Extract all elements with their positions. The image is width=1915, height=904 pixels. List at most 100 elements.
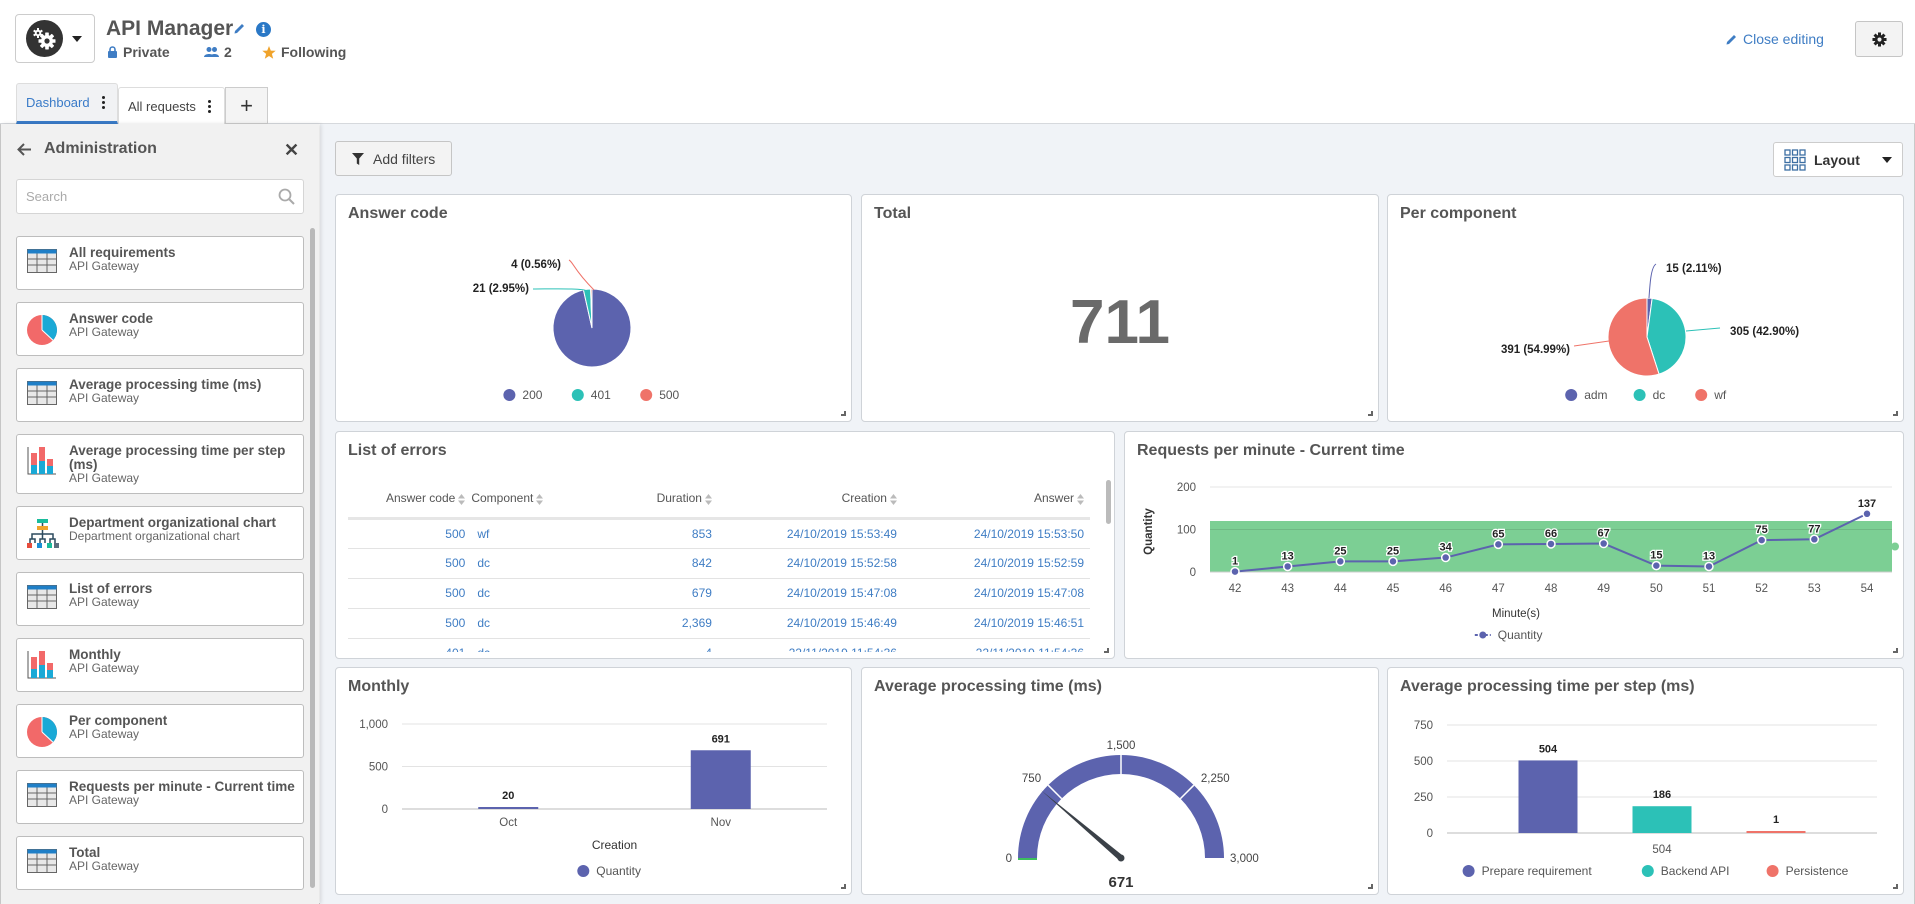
y-tick-label: 0 [1190, 567, 1196, 579]
table-cell[interactable]: dc [471, 548, 585, 579]
layout-button[interactable]: Layout [1773, 142, 1903, 177]
data-point [1282, 561, 1293, 572]
table-cell[interactable]: 24/10/2019 15:47:08 [902, 578, 1090, 609]
kebab-menu-icon[interactable] [207, 99, 211, 113]
column-header[interactable]: Duration [584, 480, 718, 520]
add-tab-button[interactable]: + [225, 87, 268, 124]
sort-icon[interactable] [458, 493, 466, 505]
table-cell[interactable]: 24/10/2019 15:46:51 [902, 608, 1090, 639]
widget-list-item[interactable]: Monthly API Gateway [16, 638, 304, 692]
widget-total[interactable]: Total 711 [861, 194, 1379, 422]
widget-list-item[interactable]: All requirements API Gateway [16, 236, 304, 290]
table-cell[interactable]: 24/10/2019 15:53:49 [717, 518, 903, 549]
resize-handle[interactable] [1893, 884, 1898, 889]
table-row[interactable]: 500 dc 842 24/10/2019 15:52:58 24/10/2019 15… [348, 548, 1090, 579]
close-editing-link[interactable]: Close editing [1725, 31, 1824, 47]
widget-list-item[interactable]: Average processing time (ms) API Gateway [16, 368, 304, 422]
widget-list-item[interactable]: Answer code API Gateway [16, 302, 304, 356]
table-row[interactable]: 500 dc 679 24/10/2019 15:47:08 24/10/2019 15… [348, 578, 1090, 609]
x-tick-label: 44 [1334, 583, 1347, 595]
pie-data-label: 15 (2.11%) [1666, 263, 1722, 275]
table-cell[interactable]: 4 [584, 638, 718, 652]
pie-chart-icon [27, 315, 58, 345]
following-toggle[interactable]: Following [262, 44, 346, 60]
table-cell[interactable]: 401 [348, 638, 472, 652]
resize-handle[interactable] [841, 884, 846, 889]
resize-handle[interactable] [1368, 411, 1373, 416]
widget-list-of-errors[interactable]: List of errors Answer code Component Durat… [335, 431, 1115, 659]
sort-icon[interactable] [536, 493, 544, 505]
table-scrollbar[interactable] [1106, 480, 1111, 524]
table-cell[interactable]: 24/10/2019 15:46:49 [717, 608, 903, 639]
data-point [1651, 560, 1662, 571]
kebab-menu-icon[interactable] [101, 96, 105, 109]
widget-avg-processing-time[interactable]: Average processing time (ms) 0 750 1,500 2,… [861, 667, 1379, 895]
widget-answer-code[interactable]: Answer code 21 (2.95%) 4 (0.56%) 200 401 500 [335, 194, 852, 422]
tab-dashboard[interactable]: Dashboard [16, 83, 118, 124]
table-cell[interactable]: 22/11/2019 11:54:36 [717, 638, 903, 652]
data-label: 13 [1282, 550, 1294, 562]
table-cell[interactable]: dc [471, 608, 585, 639]
app-menu-button[interactable] [15, 14, 95, 63]
data-label: 137 [1858, 498, 1876, 510]
widget-per-component[interactable]: Per component 15 (2.11%) 305 (42.90%) 391 … [1387, 194, 1904, 422]
table-cell[interactable]: 500 [348, 518, 472, 549]
widget-list-item[interactable]: Department organizational chart Departmen… [16, 506, 304, 560]
widget-list-item[interactable]: Requests per minute - Current time API Ga… [16, 770, 304, 824]
sort-icon[interactable] [1077, 493, 1084, 505]
resize-handle[interactable] [1104, 648, 1109, 653]
widget-list-item[interactable]: Total API Gateway [16, 836, 304, 890]
table-icon [27, 585, 57, 615]
widget-avg-per-step[interactable]: Average processing time per step (ms) 02… [1387, 667, 1904, 895]
widget-list-item[interactable]: Average processing time per step (ms) API… [16, 434, 304, 494]
widget-list-item-name: List of errors [69, 581, 153, 596]
resize-handle[interactable] [841, 411, 846, 416]
resize-handle[interactable] [1893, 648, 1898, 653]
pie-label-connector [1573, 340, 1610, 347]
sort-icon[interactable] [704, 493, 712, 505]
widget-monthly[interactable]: Monthly 0 500 1,000 20 Oct 691 Nov Creation Quan… [335, 667, 852, 895]
gauge-tick-label: 1,500 [1107, 740, 1136, 752]
widget-requests-per-minute[interactable]: Requests per minute - Current time 0 100 2… [1124, 431, 1904, 659]
column-header[interactable]: Component [471, 480, 585, 520]
tab-all-requests[interactable]: All requests [118, 87, 225, 124]
table-cell[interactable]: 853 [584, 518, 718, 549]
table-cell[interactable]: 22/11/2019 11:54:36 [902, 638, 1090, 652]
resize-handle[interactable] [1893, 411, 1898, 416]
table-cell[interactable]: 500 [348, 578, 472, 609]
table-cell[interactable]: 500 [348, 608, 472, 639]
members-link[interactable]: 2 [204, 44, 232, 60]
add-filters-button[interactable]: Add filters [335, 141, 452, 176]
table-cell[interactable]: dc [471, 578, 585, 609]
table-cell[interactable]: 24/10/2019 15:52:59 [902, 548, 1090, 579]
search-input[interactable] [17, 180, 257, 213]
table-cell[interactable]: wf [471, 518, 585, 549]
table-cell[interactable]: 500 [348, 548, 472, 579]
column-header[interactable]: Answer [902, 480, 1090, 520]
settings-button[interactable] [1855, 21, 1903, 57]
bar [1746, 831, 1806, 833]
widget-list-item[interactable]: List of errors API Gateway [16, 572, 304, 626]
table-row[interactable]: 500 dc 2,369 24/10/2019 15:46:49 24/10/2019 … [348, 608, 1090, 639]
sort-icon[interactable] [889, 493, 897, 505]
pencil-icon[interactable] [233, 22, 246, 40]
arrow-left-icon[interactable] [17, 142, 32, 156]
widget-list-item[interactable]: Per component API Gateway [16, 704, 304, 758]
table-cell[interactable]: 842 [584, 548, 718, 579]
sidebar-scrollbar[interactable] [310, 228, 315, 888]
table-cell[interactable]: 2,369 [584, 608, 718, 639]
table-row[interactable]: 500 wf 853 24/10/2019 15:53:49 24/10/2019 15… [348, 518, 1090, 549]
table-cell[interactable]: 24/10/2019 15:47:08 [717, 578, 903, 609]
search-icon[interactable] [278, 188, 295, 205]
column-header[interactable]: Creation [717, 480, 903, 520]
info-icon[interactable]: i [256, 22, 271, 37]
resize-handle[interactable] [1368, 884, 1373, 889]
table-cell[interactable]: 24/10/2019 15:53:50 [902, 518, 1090, 549]
table-row[interactable]: 401dc422/11/2019 11:54:3622/11/2019 11:5… [348, 638, 1090, 652]
close-icon[interactable]: ✕ [284, 140, 299, 161]
table-cell[interactable]: 24/10/2019 15:52:58 [717, 548, 903, 579]
table-cell[interactable]: dc [471, 638, 585, 652]
gear-icon [1871, 31, 1887, 47]
column-header[interactable]: Answer code [348, 480, 472, 520]
table-cell[interactable]: 679 [584, 578, 718, 609]
